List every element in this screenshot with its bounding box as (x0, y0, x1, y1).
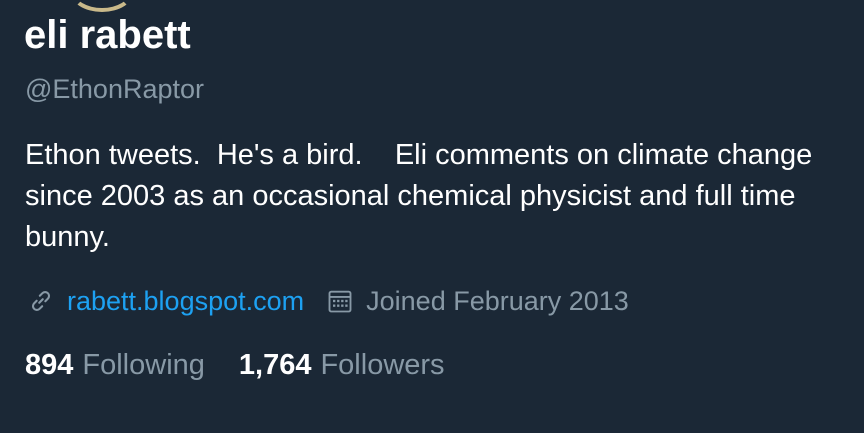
followers-label: Followers (320, 348, 445, 381)
calendar-icon (324, 285, 356, 317)
followers-count: 1,764 (238, 348, 312, 381)
profile-meta: rabett.blogspot.com Joined February 2013 (25, 282, 629, 320)
follow-stats: 894 Following 1,764 Followers (25, 345, 479, 385)
display-name: eli rabett (24, 13, 191, 57)
website-link[interactable]: rabett.blogspot.com (67, 286, 304, 317)
joined-date: Joined February 2013 (366, 285, 629, 316)
following-stat[interactable]: 894 Following (25, 349, 205, 382)
link-icon (25, 285, 57, 317)
followers-stat[interactable]: 1,764 Followers (239, 349, 445, 382)
profile-bio: Ethon tweets. He's a bird. Eli comments … (25, 139, 821, 253)
profile-header: eli rabett @EthonRaptor Ethon tweets. He… (0, 0, 864, 433)
user-handle: @EthonRaptor (25, 74, 205, 104)
following-count: 894 (25, 348, 74, 381)
following-label: Following (82, 348, 205, 381)
